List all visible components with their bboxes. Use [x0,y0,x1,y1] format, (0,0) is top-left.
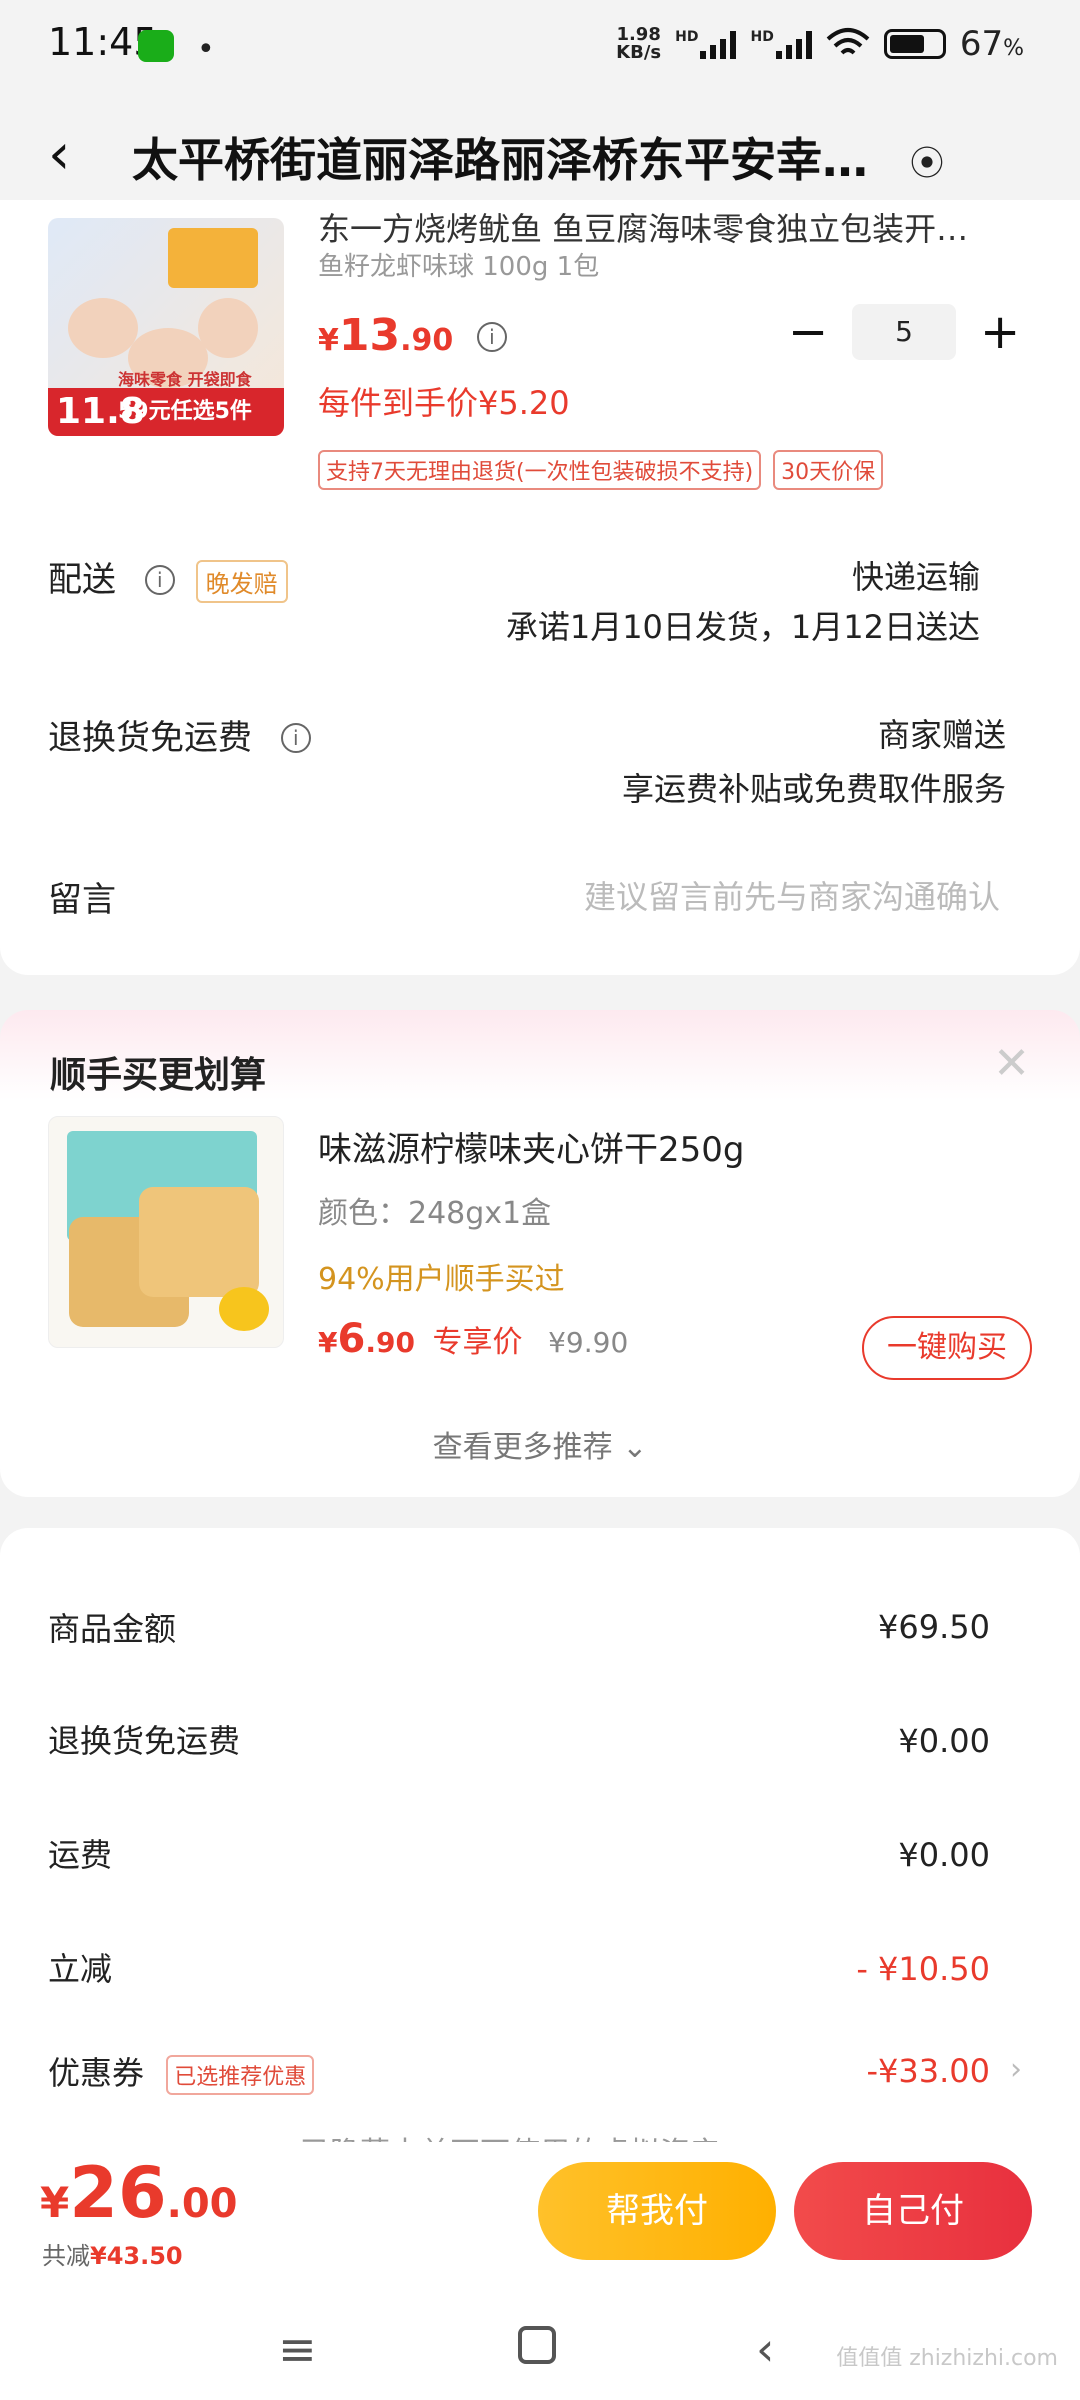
help-pay-button[interactable]: 帮我付 [538,2162,776,2260]
recommend-price: ¥6.90 专享价 ¥9.90 [318,1316,629,1362]
order-item-card: 海味零食 开袋即食 59元任选5件 11.8 东一方烧烤鱿鱼 鱼豆腐海味零食独立… [0,200,1080,975]
recommend-name[interactable]: 味滋源柠檬味夹心饼干250g [318,1122,744,1171]
one-click-buy-button[interactable]: 一键购买 [862,1316,1032,1380]
shipping-value: ¥0.00 [898,1836,990,1874]
address-header: ‹ 太平桥街道丽泽路丽泽桥东平安幸… ⦿ [0,92,1080,216]
exclusive-price-tag: 专享价 [432,1325,523,1360]
notification-dot-icon: • [197,32,215,67]
battery-level: 67% [959,24,1024,64]
goods-amount-label: 商品金额 [48,1610,177,1648]
coupon-label: 优惠券 [48,2054,145,2092]
goods-amount-value: ¥69.50 [878,1608,990,1646]
chevron-right-icon[interactable]: › [1010,2052,1022,2087]
product-spec[interactable]: 鱼籽龙虾味球 100g 1包 [318,246,599,283]
chevron-left-icon[interactable]: ‹ [48,122,70,187]
info-icon[interactable]: i [476,322,507,352]
delivery-promise: 承诺1月10日发货，1月12日送达 [505,608,980,646]
recommend-hot: 94%用户顺手买过 [318,1262,565,1297]
status-right: 1.98 KB/s HD HD 67% [616,24,1024,64]
return-fee-label: 退换货免运费 [48,1722,241,1760]
quantity-stepper: − 5 + [788,304,1020,360]
watermark: 值值值 zhizhizhi.com [836,2346,1058,2371]
status-bar: 11:45 • 1.98 KB/s HD HD 67% [0,0,1080,92]
late-compensation-badge: 晚发赔 [195,560,288,603]
recommend-title: 顺手买更划算 [50,1055,267,1096]
original-price: ¥9.90 [548,1326,629,1359]
return-shipping-row[interactable]: 退换货免运费 i [48,710,311,759]
shipping-label: 运费 [48,1836,113,1874]
more-recommend-link[interactable]: 查看更多推荐 ⌄ [0,1422,1080,1466]
net-speed: 1.98 KB/s [616,24,662,63]
plus-icon[interactable]: + [980,304,1020,360]
net-price: 每件到手价¥5.20 [318,384,570,422]
return-shipping-provider: 商家赠送 [877,716,1006,754]
recommend-spec[interactable]: 颜色：248gx1盒 [318,1188,551,1232]
battery-icon [883,29,946,59]
service-tags: 支持7天无理由退货(一次性包装破损不支持) 30天价保 [318,450,884,490]
location-pin-icon[interactable]: ⦿ [910,136,944,185]
product-title[interactable]: 东一方烧烤鱿鱼 鱼豆腐海味零食独立包装开… [318,204,1018,250]
home-square-icon[interactable] [518,2326,556,2364]
recommend-image[interactable] [48,1116,284,1348]
delivery-row[interactable]: 配送 i 晚发赔 [48,552,288,603]
signal-icon: HD [675,29,737,59]
coupon-value[interactable]: -¥33.00 [866,2052,990,2090]
product-price: ¥13.90 i [318,310,507,361]
message-label: 留言 [48,880,116,920]
total-price: ¥26.00 [40,2152,238,2234]
return-fee-value: ¥0.00 [898,1722,990,1760]
quantity-value[interactable]: 5 [852,304,956,360]
info-icon[interactable]: i [280,723,311,753]
wechat-icon [138,30,174,62]
back-triangle-icon[interactable]: ‹ [756,2322,774,2376]
self-pay-button[interactable]: 自己付 [794,2162,1032,2260]
image-price: 11.8 [56,391,145,432]
total-saved: 共减¥43.50 [42,2242,183,2270]
address-title[interactable]: 太平桥街道丽泽路丽泽桥东平安幸… [132,124,912,190]
return-shipping-label: 退换货免运费 [48,718,252,758]
info-icon[interactable]: i [144,565,175,595]
checkout-bar: ¥26.00 共减¥43.50 帮我付 自己付 [0,2142,1080,2294]
return-policy-tag: 支持7天无理由退货(一次性包装破损不支持) [318,450,762,490]
minus-icon[interactable]: − [788,304,828,360]
price-protect-tag: 30天价保 [773,450,884,490]
instant-discount-label: 立减 [48,1950,113,1988]
signal-icon: HD [750,29,812,59]
coupon-row[interactable]: 优惠券 已选推荐优惠 [48,2048,315,2095]
coupon-badge: 已选推荐优惠 [166,2055,315,2095]
delivery-method: 快递运输 [851,558,980,596]
delivery-label: 配送 [48,560,116,600]
return-shipping-desc: 享运费补贴或免费取件服务 [621,770,1006,808]
recommend-card: 顺手买更划算 ✕ 味滋源柠檬味夹心饼干250g 颜色：248gx1盒 94%用户… [0,1010,1080,1497]
menu-icon[interactable]: ≡ [278,2322,317,2376]
instant-discount-value: - ¥10.50 [856,1950,990,1988]
wifi-icon [826,28,870,55]
message-input[interactable]: 建议留言前先与商家沟通确认 [584,872,1000,918]
close-icon[interactable]: ✕ [993,1038,1030,1089]
image-promo: 海味零食 开袋即食 [118,370,252,389]
